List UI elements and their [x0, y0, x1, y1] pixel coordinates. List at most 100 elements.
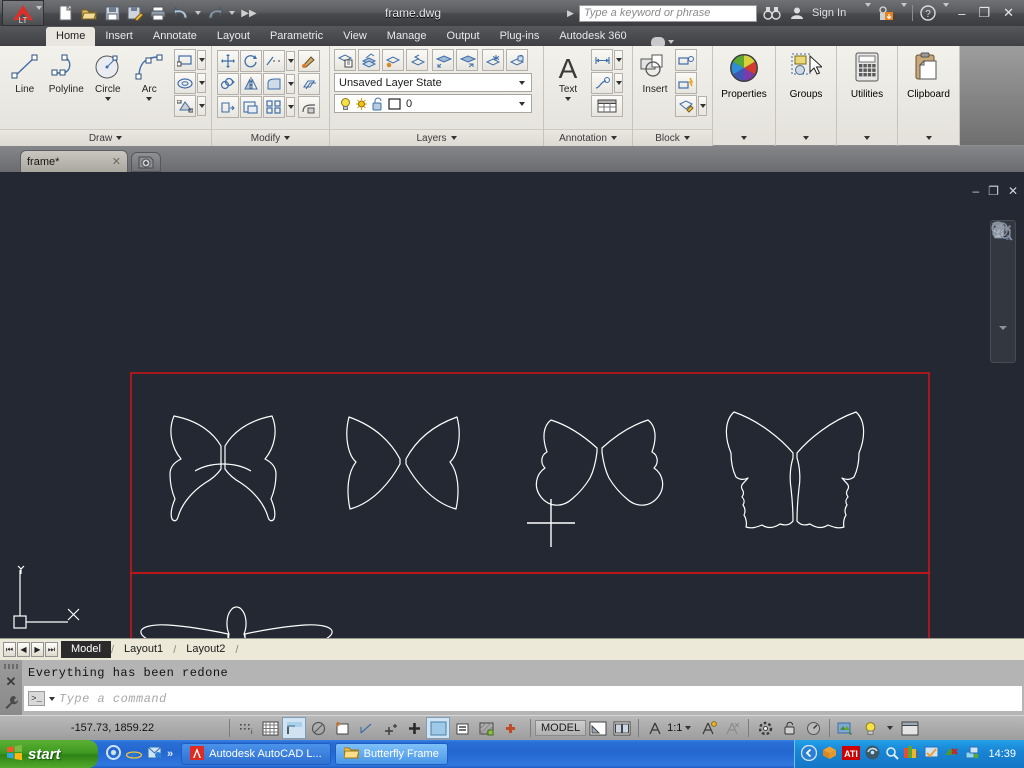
coordinates-display[interactable]: -157.73, 1859.22 [0, 722, 225, 734]
restore-button[interactable]: ❐ [974, 5, 994, 21]
layer-match-icon[interactable] [382, 49, 404, 71]
more-chevron-icon[interactable]: » [167, 748, 173, 760]
application-menu-button[interactable]: LT [2, 0, 44, 26]
snap-mode-icon[interactable] [282, 717, 306, 739]
unlock-icon[interactable] [371, 97, 384, 111]
layout-next-button[interactable]: ▶ [31, 642, 44, 657]
layer-properties-icon[interactable] [334, 49, 356, 71]
command-prompt-icon[interactable]: >_ [28, 691, 45, 706]
scale-icon[interactable] [240, 96, 262, 118]
app-menu-chevron-icon[interactable] [36, 6, 42, 22]
plot-icon[interactable] [148, 3, 168, 23]
layer-off-icon[interactable] [432, 49, 454, 71]
command-prompt-dropdown-icon[interactable] [49, 696, 55, 701]
fillet-icon[interactable] [263, 73, 285, 95]
array-icon[interactable] [263, 96, 285, 118]
ribbon-panel-properties[interactable]: Properties [713, 46, 776, 146]
sun-icon[interactable] [355, 97, 368, 111]
ati-icon[interactable]: ATI [842, 745, 861, 763]
internet-explorer-icon[interactable]: e [125, 745, 143, 764]
annotation-panel-expand-icon[interactable] [610, 136, 617, 140]
layer-on-icon[interactable] [456, 49, 478, 71]
search-binoculars-icon[interactable] [762, 3, 782, 23]
draw-panel-expand-icon[interactable] [116, 136, 123, 140]
appstore-dropdown-icon[interactable] [901, 3, 908, 19]
quick-properties-icon[interactable] [498, 717, 522, 739]
stretch-icon[interactable] [217, 96, 239, 118]
antivirus-icon[interactable] [944, 745, 959, 763]
command-input-row[interactable]: >_ Type a command [24, 686, 1022, 711]
layers-panel-title[interactable]: Layers [330, 129, 543, 146]
annotation-scale-dropdown-icon[interactable] [685, 726, 692, 730]
dynamic-ucs-icon[interactable] [402, 717, 426, 739]
network-icon[interactable] [964, 745, 979, 763]
drawing-canvas[interactable]: – ❐ ✕ ✖ 2D [0, 172, 1024, 638]
annotation-text-button[interactable]: A Text [549, 49, 587, 101]
rectangle-icon[interactable] [174, 49, 196, 71]
help-dropdown-icon[interactable] [943, 3, 950, 19]
ribbon-panel-clipboard[interactable]: Clipboard [898, 46, 960, 146]
text-dropdown-icon[interactable] [565, 97, 571, 101]
cloud-dropdown-icon[interactable] [667, 39, 674, 44]
saveas-icon[interactable] [125, 3, 145, 23]
move-icon[interactable] [217, 50, 239, 72]
current-layer-dropdown-icon[interactable] [515, 101, 529, 106]
model-space-icon[interactable] [586, 717, 610, 739]
ribbon-tab-manage[interactable]: Manage [377, 27, 437, 46]
infocenter-chevron-icon[interactable]: ▶ [567, 8, 574, 19]
ribbon-tab-autodesk360[interactable]: Autodesk 360 [549, 27, 636, 46]
ribbon-tab-output[interactable]: Output [437, 27, 490, 46]
ribbon-panel-utilities[interactable]: Utilities [837, 46, 898, 146]
leader-icon[interactable] [591, 72, 613, 94]
taskbar-window-autocad[interactable]: Autodesk AutoCAD L... [181, 743, 331, 765]
undo-dropdown-icon[interactable] [194, 3, 202, 23]
copy-icon[interactable] [217, 73, 239, 95]
layer-lock-icon[interactable] [506, 49, 528, 71]
lightbulb-icon[interactable] [339, 97, 352, 111]
sign-in-label[interactable]: Sign In [812, 7, 846, 19]
match-properties-icon[interactable] [298, 50, 320, 72]
isolate-objects-icon[interactable] [834, 717, 858, 739]
command-close-icon[interactable]: ✕ [6, 674, 17, 690]
ribbon-tab-cloud-group[interactable] [650, 37, 674, 46]
array-dropdown-icon[interactable] [286, 97, 295, 117]
more-icon[interactable]: ▶▶ [239, 3, 259, 23]
ribbon-tab-view[interactable]: View [333, 27, 377, 46]
paper-space-viewport-icon[interactable] [610, 717, 634, 739]
dimension-dropdown-icon[interactable] [614, 50, 623, 70]
outlook-express-icon[interactable] [147, 745, 162, 763]
status-bar-menu-icon[interactable] [887, 726, 894, 730]
define-attributes-icon[interactable] [675, 95, 697, 117]
edit-attribute-icon[interactable] [675, 72, 697, 94]
layout-last-button[interactable]: ⏭ [45, 642, 58, 657]
polar-tracking-icon[interactable] [330, 717, 354, 739]
ribbon-tab-plugins[interactable]: Plug-ins [490, 27, 550, 46]
circle-dropdown-icon[interactable] [104, 97, 111, 101]
ellipse-dropdown-icon[interactable] [197, 73, 206, 93]
hatch-dropdown-icon[interactable] [197, 96, 206, 116]
dynamic-input-icon[interactable] [426, 717, 450, 739]
layout-tab-layout1[interactable]: Layout1 [114, 641, 173, 658]
transparency-icon[interactable] [474, 717, 498, 739]
modify-panel-expand-icon[interactable] [284, 136, 291, 140]
layout-tab-model[interactable]: Model [61, 641, 111, 658]
file-tab-close-icon[interactable]: ✕ [112, 155, 121, 168]
block-panel-title[interactable]: Block [633, 129, 712, 146]
toolbar-lock-icon[interactable] [777, 717, 801, 739]
explode-icon[interactable] [298, 73, 320, 95]
show-hidden-icon[interactable] [801, 744, 818, 764]
create-block-icon[interactable] [675, 49, 697, 71]
taskbar-clock[interactable]: 14:39 [988, 748, 1016, 760]
user-avatar-icon[interactable] [787, 3, 807, 23]
model-paper-toggle[interactable]: MODEL [535, 720, 587, 736]
draw-circle-button[interactable]: Circle [88, 49, 128, 101]
open-icon[interactable] [79, 3, 99, 23]
clipboard-panel-expand[interactable] [898, 129, 959, 146]
help-icon[interactable]: ? [918, 3, 938, 23]
draw-panel-title[interactable]: Draw [0, 129, 211, 146]
layer-freeze-icon[interactable] [482, 49, 504, 71]
mirror-icon[interactable] [240, 73, 262, 95]
layers-panel-expand-icon[interactable] [450, 136, 457, 140]
command-input[interactable]: Type a command [59, 692, 167, 706]
annotation-scale-icon[interactable] [643, 717, 667, 739]
